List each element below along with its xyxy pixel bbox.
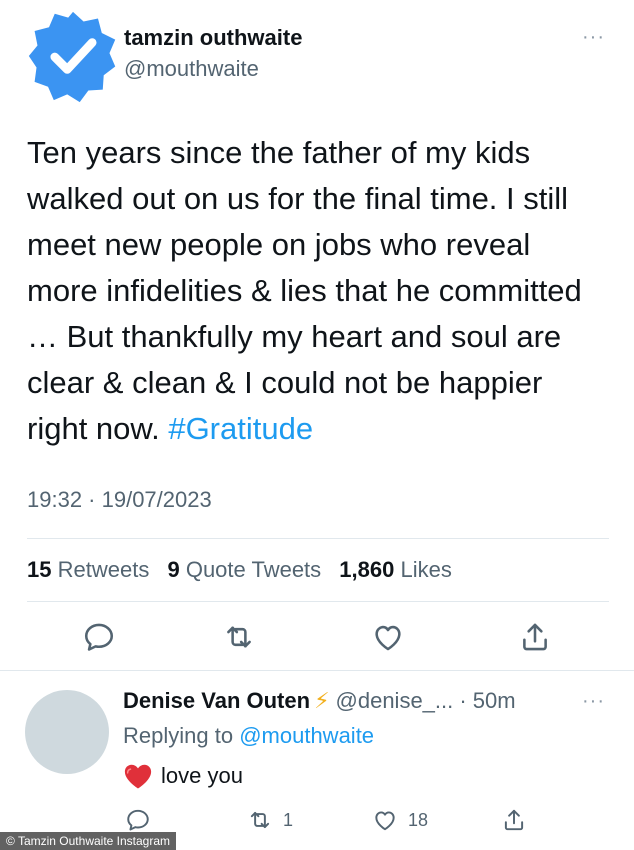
replying-prefix: Replying to [123,723,234,748]
replying-mention[interactable]: @mouthwaite [239,723,374,748]
share-icon [504,809,524,831]
reply-share-button[interactable] [501,806,537,834]
retweet-icon [250,811,270,829]
replying-to: Replying to @mouthwaite [123,723,374,749]
reply-avatar[interactable] [25,690,109,774]
verified-badge-icon[interactable] [25,8,121,104]
reply-body: love you [123,762,243,790]
hashtag-link[interactable]: #Gratitude [168,411,313,446]
reply-retweet-count: 1 [283,809,294,830]
tweet-text: Ten years since the father of my kids wa… [27,130,607,452]
retweets-stat[interactable]: 15 Retweets [27,557,149,582]
reply-author-name[interactable]: Denise Van Outen [123,688,310,713]
divider [0,670,634,671]
reply-retweet-button[interactable]: 1 [247,806,293,834]
tweet-body: Ten years since the father of my kids wa… [27,135,582,446]
quotes-count: 9 [167,557,180,582]
tweet-stats: 15 Retweets 9 Quote Tweets 1,860 Likes [27,557,452,583]
more-icon[interactable]: ··· [582,26,605,49]
reply-reply-button[interactable] [125,806,161,834]
reply-icon[interactable] [82,620,116,654]
reply-meta[interactable]: @denise_... · 50m [336,688,516,713]
quotes-label: Quote Tweets [185,557,322,582]
lightning-badge-icon: ⚡ [314,688,330,713]
divider [27,601,609,602]
author-handle[interactable]: @mouthwaite [124,56,259,82]
reply-header: Denise Van Outen ⚡ @denise_... · 50m [123,688,516,714]
likes-label: Likes [400,557,452,582]
tweet-card: tamzin outhwaite @mouthwaite ··· Ten yea… [0,0,634,850]
red-heart-icon [124,764,152,789]
likes-stat[interactable]: 1,860 Likes [339,557,452,582]
reply-text: love you [161,763,243,788]
likes-count: 1,860 [339,557,395,582]
author-name[interactable]: tamzin outhwaite [124,25,302,51]
like-icon[interactable] [371,620,405,654]
more-icon[interactable]: ··· [582,690,605,713]
retweets-count: 15 [27,557,52,582]
quotes-stat[interactable]: 9 Quote Tweets [167,557,321,582]
tweet-timestamp[interactable]: 19:32 · 19/07/2023 [27,487,212,513]
reply-like-button[interactable]: 18 [372,806,428,834]
photo-credit: © Tamzin Outhwaite Instagram [0,832,177,850]
retweets-label: Retweets [57,557,150,582]
divider [27,538,609,539]
like-icon [375,811,395,831]
share-icon[interactable] [518,620,552,654]
reply-icon [127,809,149,831]
reply-like-count: 18 [408,809,429,830]
retweet-icon[interactable] [222,620,256,654]
